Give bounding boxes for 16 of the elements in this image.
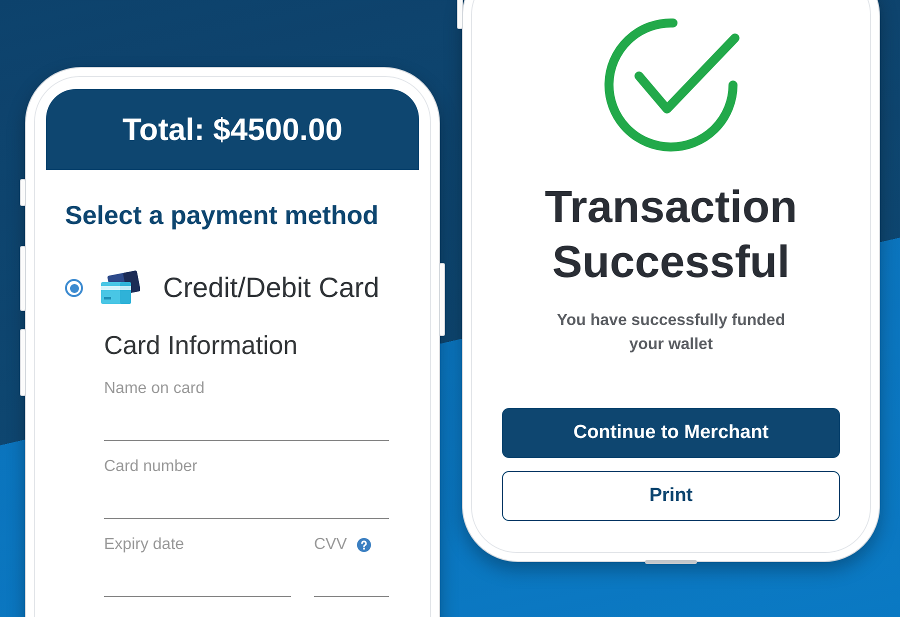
- field-label: CVV: [314, 536, 347, 554]
- help-icon[interactable]: [356, 538, 371, 552]
- section-heading: Select a payment method: [65, 200, 380, 230]
- field-label: Expiry date: [104, 536, 184, 554]
- continue-button[interactable]: Continue to Merchant: [502, 408, 840, 458]
- success-title: Transaction Successful: [544, 180, 798, 289]
- field-label: Name on card: [104, 380, 204, 398]
- field-label: Card number: [104, 458, 198, 476]
- phone-home-bar: [645, 560, 697, 564]
- print-button[interactable]: Print: [502, 471, 840, 521]
- cards-icon: [100, 270, 140, 306]
- form-title: Card Information: [104, 331, 299, 359]
- success-message: You have successfully funded your wallet: [556, 311, 786, 355]
- radio-button[interactable]: [65, 279, 83, 297]
- total-amount: Total: $4500.00: [122, 112, 342, 148]
- payment-method-label[interactable]: Credit/Debit Card: [163, 271, 380, 305]
